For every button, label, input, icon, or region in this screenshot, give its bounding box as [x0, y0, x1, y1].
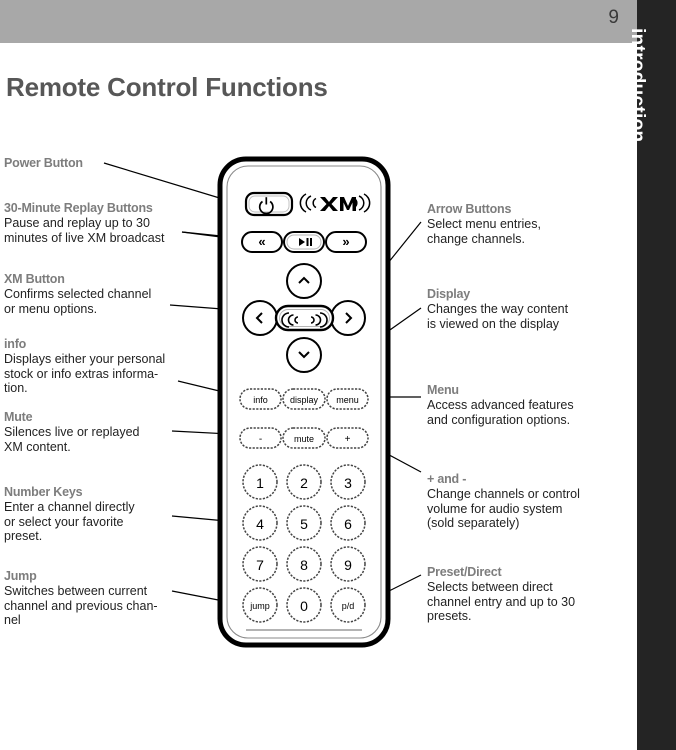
annotation-body: Switches between current channel and pre… [4, 584, 158, 627]
annotation-title: info [4, 337, 27, 351]
remote-dpad-up [286, 263, 322, 299]
remote-volume-row: - mute + [239, 427, 369, 449]
annotation-plus-minus: + and - Change channels or control volum… [427, 472, 627, 531]
annotation-xm-button: XM Button Confirms selected channel or m… [4, 272, 186, 316]
annotation-body: Access advanced features and configurati… [427, 398, 574, 427]
annotation-title: Display [427, 287, 471, 301]
annotation-body: Selects between direct channel entry and… [427, 580, 576, 623]
remote-key-jump-label: jump [249, 601, 270, 611]
annotation-body: Enter a channel directly or select your … [4, 500, 135, 543]
remote-key-0-label: 0 [300, 598, 308, 614]
page-title: Remote Control Functions [6, 72, 328, 102]
remote-rewind-glyph: « [258, 234, 265, 249]
annotation-menu: Menu Access advanced features and config… [427, 383, 627, 427]
annotation-title: Number Keys [4, 485, 83, 499]
remote-mute-label: mute [294, 434, 314, 444]
annotation-replay-buttons: 30-Minute Replay Buttons Pause and repla… [4, 201, 186, 245]
annotation-mute: Mute Silences live or replayed XM conten… [4, 410, 186, 454]
remote-dpad-right [330, 300, 366, 336]
annotation-title: + and - [427, 472, 467, 486]
remote-power-button-inner [248, 195, 290, 213]
remote-key-9-label: 9 [344, 557, 352, 573]
remote-dpad-down [286, 337, 322, 373]
annotation-power-button: Power Button [4, 156, 186, 171]
remote-control-illustration: « » info display menu - mute + 1 2 3 4 5… [216, 152, 392, 652]
remote-key-7-label: 7 [256, 557, 264, 573]
annotation-body: Changes the way content is viewed on the… [427, 302, 569, 331]
remote-forward-glyph: » [342, 234, 349, 249]
remote-key-5-label: 5 [300, 516, 308, 532]
remote-key-2-label: 2 [300, 475, 308, 491]
annotation-arrow-buttons: Arrow Buttons Select menu entries, chang… [427, 202, 627, 246]
annotation-body: Pause and replay up to 30 minutes of liv… [4, 216, 165, 245]
annotation-body: Confirms selected channel or menu option… [4, 287, 152, 316]
remote-minus-label: - [259, 434, 262, 445]
annotation-title: Menu [427, 383, 459, 397]
annotation-title: Preset/Direct [427, 565, 502, 579]
annotation-display: Display Changes the way content is viewe… [427, 287, 627, 331]
annotation-title: Mute [4, 410, 33, 424]
remote-key-6-label: 6 [344, 516, 352, 532]
annotation-title: XM Button [4, 272, 65, 286]
annotation-body: Change channels or control volume for au… [427, 487, 580, 530]
remote-plus-label: + [345, 434, 351, 445]
remote-dpad-left [242, 300, 278, 336]
annotation-title: Arrow Buttons [427, 202, 512, 216]
page-number: 9 [608, 7, 619, 28]
manual-page: 9 introduction Remote Control Functions [0, 0, 676, 750]
remote-info-label: info [253, 395, 268, 405]
remote-key-8-label: 8 [300, 557, 308, 573]
remote-control-svg: « » info display menu - mute + 1 2 3 4 5… [217, 156, 391, 648]
remote-softkey-row: info display menu [239, 388, 369, 410]
remote-display-label: display [290, 395, 319, 405]
remote-key-4-label: 4 [256, 516, 264, 532]
annotation-title: Power Button [4, 156, 83, 170]
remote-key-3-label: 3 [344, 475, 352, 491]
annotation-title: 30-Minute Replay Buttons [4, 201, 153, 215]
remote-key-pd-label: p/d [342, 601, 355, 611]
remote-key-1-label: 1 [256, 475, 264, 491]
annotation-body: Displays either your personal stock or i… [4, 352, 166, 395]
remote-menu-label: menu [336, 395, 359, 405]
annotation-number-keys: Number Keys Enter a channel directly or … [4, 485, 186, 544]
section-tab-label: introduction [626, 28, 648, 143]
annotation-info: info Displays either your personal stock… [4, 337, 186, 396]
header-bar: 9 [0, 0, 637, 43]
annotation-title: Jump [4, 569, 37, 583]
annotation-body: Silences live or replayed XM content. [4, 425, 140, 454]
annotation-jump: Jump Switches between current channel an… [4, 569, 186, 628]
section-tab-introduction: introduction [627, 0, 676, 750]
remote-replay-row: « » [241, 231, 367, 253]
annotation-body: Select menu entries, change channels. [427, 217, 541, 246]
remote-xm-center-button-inner [279, 309, 330, 327]
annotation-preset-direct: Preset/Direct Selects between direct cha… [427, 565, 627, 624]
